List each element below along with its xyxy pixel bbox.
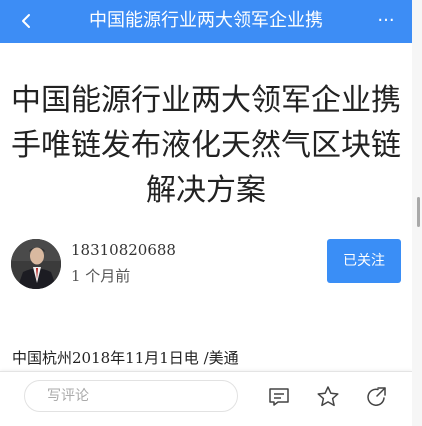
scrollbar-thumb[interactable] [417,197,420,227]
article-lead-text: 中国杭州2018年11月1日电 /美通 [12,349,239,367]
avatar[interactable] [11,239,61,289]
follow-button[interactable]: 已关注 [327,239,401,283]
star-icon-graphic [317,386,339,407]
more-options-button[interactable]: ··· [374,10,398,32]
author-row: 18310820688 1 个月前 已关注 [11,238,411,294]
star-icon[interactable] [315,384,341,410]
share-icon[interactable] [364,384,390,410]
chevron-left-icon [22,14,30,28]
share-icon-graphic [367,387,386,406]
app-frame: 中国能源行业两大领军企业携 ··· 中国能源行业两大领军企业携手唯链发布液化天然… [0,0,422,426]
article-title: 中国能源行业两大领军企业携手唯链发布液化天然气区块链解决方案 [11,83,401,208]
comment-input[interactable] [24,380,238,412]
post-time: 1 个月前 [71,267,131,285]
avatar-image [11,239,61,289]
bottom-action-bar [0,371,412,426]
back-button[interactable] [14,9,38,33]
comment-icon-graphic [269,388,289,406]
top-bar: 中国能源行业两大领军企业携 ··· [0,0,412,43]
author-name[interactable]: 18310820688 [71,240,176,260]
comment-icon[interactable] [266,384,292,410]
top-bar-title: 中国能源行业两大领军企业携 [89,10,323,31]
